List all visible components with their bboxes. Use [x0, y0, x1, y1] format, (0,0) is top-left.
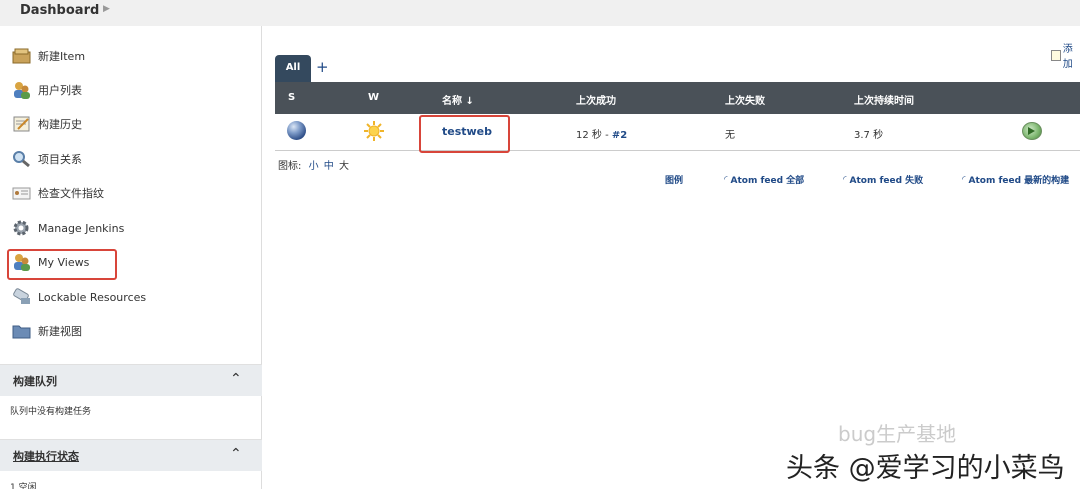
- icon-size-selector: 图标: 小 中 大: [278, 157, 349, 172]
- gear-icon: [12, 219, 32, 237]
- folder-icon: [12, 322, 32, 340]
- chevron-up-icon[interactable]: ⌃: [230, 371, 242, 387]
- executor-item: 1 空闲: [10, 483, 37, 489]
- add-description-link[interactable]: 添加: [1051, 40, 1080, 70]
- sidebar-item-fingerprint[interactable]: 检查文件指纹: [12, 181, 104, 205]
- build-history-icon: [12, 115, 32, 133]
- build-queue-header[interactable]: 构建队列 ⌃: [0, 364, 262, 396]
- column-status[interactable]: S: [288, 92, 295, 103]
- sidebar-item-lockable-resources[interactable]: Lockable Resources: [12, 285, 146, 309]
- column-last-duration[interactable]: 上次持续时间: [854, 92, 914, 107]
- icon-size-large: 大: [338, 161, 349, 172]
- chevron-up-icon[interactable]: ⌃: [230, 446, 242, 462]
- last-failure-cell: 无: [725, 130, 735, 141]
- highlight-box-my-views: [7, 249, 117, 280]
- sidebar-item-label: 项目关系: [38, 153, 82, 166]
- atom-feed-failed-link[interactable]: ◜ Atom feed 失败: [843, 173, 924, 187]
- new-item-icon: [12, 47, 32, 65]
- sidebar-item-new-view[interactable]: 新建视图: [12, 319, 82, 343]
- watermark-author: 头条 @爱学习的小菜鸟: [786, 453, 1065, 484]
- lock-icon: [12, 288, 32, 306]
- icon-size-label: 图标:: [278, 161, 302, 172]
- table-row: 12 秒 - #2 无 3.7 秒: [275, 114, 1080, 151]
- build-link[interactable]: #2: [612, 130, 627, 141]
- users-icon: [12, 81, 32, 99]
- executor-status-title[interactable]: 构建执行状态: [13, 448, 79, 464]
- sidebar-item-label: 构建历史: [38, 118, 82, 131]
- icon-size-small[interactable]: 小: [309, 161, 319, 172]
- sidebar-item-label: Lockable Resources: [38, 290, 147, 304]
- column-last-success[interactable]: 上次成功: [576, 92, 616, 107]
- column-name[interactable]: 名称 ↓: [442, 92, 474, 107]
- column-weather[interactable]: W: [368, 92, 379, 103]
- legend-link[interactable]: 图例: [665, 173, 683, 186]
- breadcrumb-bar: Dashboard ▶: [0, 0, 1080, 26]
- sidebar-item-label: 新建Item: [38, 50, 86, 63]
- rss-icon: ◜: [724, 174, 728, 185]
- add-view-tab[interactable]: +: [316, 58, 329, 76]
- column-last-failure[interactable]: 上次失败: [725, 92, 765, 107]
- build-queue-empty-text: 队列中没有构建任务: [10, 407, 92, 417]
- atom-feed-failed-label: Atom feed 失败: [849, 176, 924, 186]
- sidebar-item-label: 新建视图: [38, 325, 82, 338]
- atom-feed-all-link[interactable]: ◜ Atom feed 全部: [724, 173, 805, 187]
- rss-icon: ◜: [962, 174, 966, 185]
- sunny-weather-icon: [364, 121, 384, 141]
- rss-icon: ◜: [843, 174, 847, 185]
- sidebar-item-project-relations[interactable]: 项目关系: [12, 147, 82, 171]
- watermark-bug-base: bug生产基地: [838, 422, 957, 446]
- executor-status-header[interactable]: 构建执行状态 ⌃: [0, 439, 262, 471]
- legend-label: 图例: [665, 176, 684, 186]
- atom-feed-latest-link[interactable]: ◜ Atom feed 最新的构建: [962, 173, 1070, 187]
- job-table-header: S W 名称 ↓ 上次成功 上次失败 上次持续时间: [275, 82, 1080, 114]
- sidebar-item-build-history[interactable]: 构建历史: [12, 112, 82, 136]
- sidebar-item-label: 用户列表: [38, 84, 82, 97]
- breadcrumb-dashboard[interactable]: Dashboard: [20, 3, 99, 18]
- sidebar-item-label: 检查文件指纹: [38, 187, 104, 200]
- search-icon: [12, 150, 32, 168]
- build-queue-title: 构建队列: [13, 375, 57, 388]
- highlight-box-job: [419, 115, 510, 153]
- tab-all[interactable]: All: [275, 55, 311, 83]
- atom-feed-latest-label: Atom feed 最新的构建: [968, 176, 1070, 186]
- sidebar-item-manage-jenkins[interactable]: Manage Jenkins: [12, 216, 124, 240]
- sidebar-item-label: Manage Jenkins: [38, 221, 125, 235]
- sidebar-item-users[interactable]: 用户列表: [12, 78, 82, 102]
- fingerprint-icon: [12, 184, 32, 202]
- icon-size-medium[interactable]: 中: [324, 161, 334, 172]
- edit-icon: [1051, 49, 1061, 61]
- schedule-build-icon[interactable]: [1022, 122, 1042, 140]
- last-duration-cell: 3.7 秒: [854, 130, 884, 141]
- last-success-time: 12 秒 -: [576, 130, 612, 141]
- status-ball-icon: [287, 121, 306, 140]
- atom-feed-all-label: Atom feed 全部: [730, 176, 805, 186]
- add-description-label: 添加: [1062, 44, 1073, 70]
- last-success-cell: 12 秒 - #2: [576, 126, 627, 141]
- sidebar-item-new-item[interactable]: 新建Item: [12, 44, 85, 68]
- breadcrumb-arrow-icon[interactable]: ▶: [103, 4, 110, 14]
